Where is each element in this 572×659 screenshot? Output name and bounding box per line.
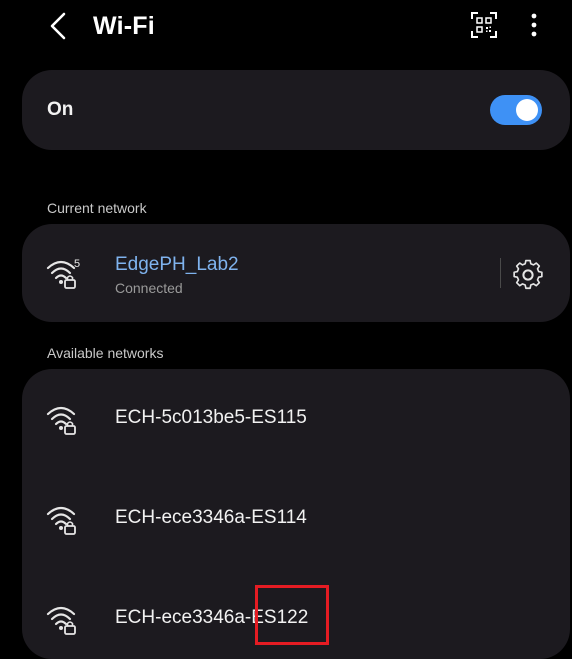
network-row[interactable]: ECH-5c013be5-ES115 xyxy=(22,369,570,469)
page-title: Wi-Fi xyxy=(93,12,155,40)
wifi-toggle-switch[interactable] xyxy=(490,95,542,125)
current-network-card[interactable]: 5 EdgePH_Lab2 Connected xyxy=(22,224,570,322)
highlight-box xyxy=(255,585,329,645)
toggle-knob xyxy=(516,99,538,121)
wifi-toggle-row[interactable]: On xyxy=(22,70,570,150)
wifi-settings-screen: Wi-Fi On Current network 5 EdgePH_Lab2 C… xyxy=(6,0,572,659)
band-badge: 5 xyxy=(74,258,80,270)
wifi-toggle-label: On xyxy=(47,99,74,120)
header-bar: Wi-Fi xyxy=(6,0,572,54)
chevron-left-icon[interactable] xyxy=(44,10,74,42)
network-name: ECH-5c013be5-ES115 xyxy=(115,407,307,428)
gear-icon[interactable] xyxy=(512,259,544,291)
available-networks-heading: Available networks xyxy=(47,345,164,361)
wifi-5ghz-locked-icon: 5 xyxy=(46,258,80,289)
divider xyxy=(500,258,501,288)
wifi-locked-icon xyxy=(46,506,76,535)
current-network-status: Connected xyxy=(115,280,183,296)
current-network-heading: Current network xyxy=(47,200,147,216)
more-vertical-icon[interactable] xyxy=(524,10,544,40)
network-row[interactable]: ECH-ece3346a-ES114 xyxy=(22,469,570,569)
network-name: ECH-ece3346a-ES114 xyxy=(115,507,307,528)
wifi-locked-icon xyxy=(46,406,76,435)
wifi-locked-icon xyxy=(46,606,76,635)
qr-code-scan-icon[interactable] xyxy=(470,11,498,39)
current-network-name: EdgePH_Lab2 xyxy=(115,254,239,275)
